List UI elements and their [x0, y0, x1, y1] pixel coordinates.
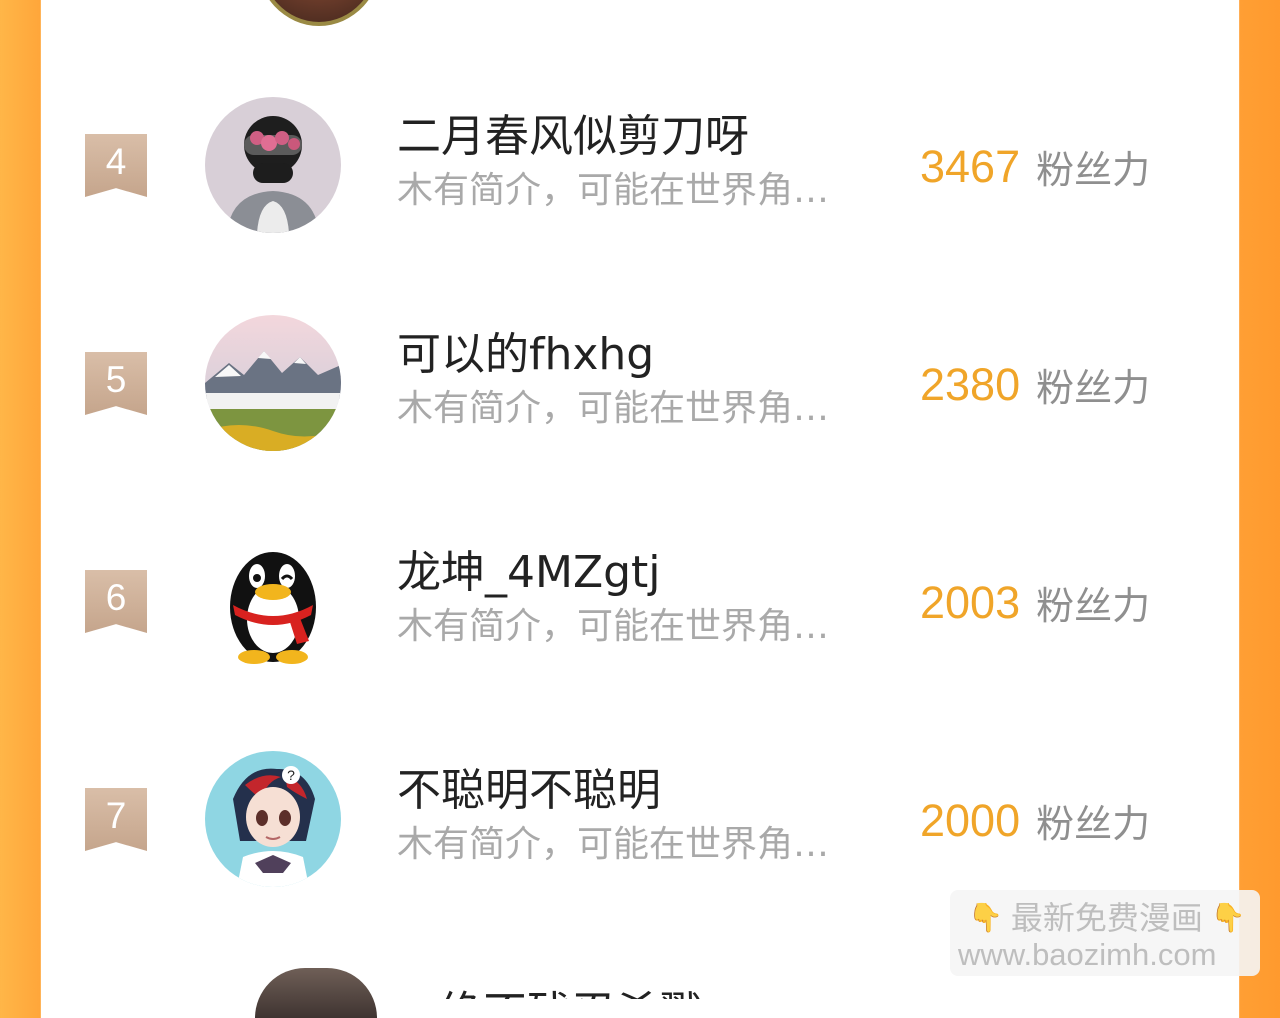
fans-count: 2003	[920, 576, 1021, 628]
avatar-image	[205, 97, 341, 233]
rank-badge: 6	[85, 570, 147, 633]
fans-count: 2380	[920, 358, 1021, 410]
rank-badge: 4	[85, 134, 147, 197]
fans-stat: 2380 粉丝力	[920, 357, 1150, 412]
avatar-masked-character[interactable]	[205, 97, 341, 233]
pointing-down-icon: 👇	[968, 901, 1003, 934]
avatar-image: ?	[205, 751, 341, 887]
rank-number: 6	[105, 576, 127, 618]
ranking-row-6[interactable]: 6 龙坤_4MZgtj 木有简介，可能在世界角… 2003 粉丝力	[41, 527, 1239, 677]
avatar-image	[205, 315, 341, 451]
fans-count: 2000	[920, 794, 1021, 846]
avatar-penguin[interactable]	[205, 533, 341, 669]
fans-label: 粉丝力	[1036, 584, 1151, 628]
ranking-row-4[interactable]: 4 二月春风似剪刀呀 木有简介，可能在世界角… 3467 粉丝力	[41, 91, 1239, 241]
svg-text:?: ?	[287, 767, 295, 783]
rank-badge: 7	[85, 788, 147, 851]
rank-number: 4	[105, 140, 127, 182]
pointing-down-icon: 👇	[1210, 901, 1246, 934]
fans-label: 粉丝力	[1036, 802, 1151, 846]
user-bio: 木有简介，可能在世界角…	[397, 388, 830, 429]
partial-user-name: 绝不残忍杀戮	[439, 986, 734, 999]
rank-badge: 5	[85, 352, 147, 415]
penguin-icon	[205, 533, 341, 669]
user-name: 可以的fhxhg	[397, 329, 655, 380]
user-bio: 木有简介，可能在世界角…	[397, 606, 830, 647]
fans-stat: 2003 粉丝力	[920, 575, 1150, 630]
user-bio: 木有简介，可能在世界角…	[397, 170, 830, 211]
fans-label: 粉丝力	[1036, 148, 1151, 192]
avatar-mountain-landscape[interactable]	[205, 315, 341, 451]
partial-avatar-bottom	[255, 968, 377, 1018]
partial-avatar-top	[256, 0, 382, 26]
watermark: 👇 最新免费漫画 👇 www.baozimh.com	[950, 890, 1260, 976]
rank-number: 5	[105, 358, 127, 400]
ranking-row-7[interactable]: 7 ? 不聪明不聪明 木有简介，可能在世界角… 2000 粉丝力	[41, 745, 1239, 895]
avatar-anime-girl[interactable]: ?	[205, 751, 341, 887]
fans-stat: 2000 粉丝力	[920, 793, 1150, 848]
watermark-text: 最新免费漫画	[1010, 899, 1203, 937]
fans-label: 粉丝力	[1036, 366, 1151, 410]
ranking-panel: 4 二月春风似剪刀呀 木有简介，可能在世界角… 3467 粉丝力 5 可以的fh…	[41, 0, 1239, 1018]
user-name: 不聪明不聪明	[397, 765, 661, 816]
user-name: 二月春风似剪刀呀	[397, 111, 749, 162]
user-name: 龙坤_4MZgtj	[397, 547, 661, 598]
fans-count: 3467	[920, 140, 1021, 192]
rank-number: 7	[105, 794, 127, 836]
fans-stat: 3467 粉丝力	[920, 139, 1150, 194]
watermark-url: www.baozimh.com	[958, 937, 1217, 972]
ranking-row-5[interactable]: 5 可以的fhxhg 木有简介，可能在世界角… 2380 粉丝力	[41, 309, 1239, 459]
watermark-line-1: 👇 最新免费漫画 👇	[968, 898, 1246, 938]
user-bio: 木有简介，可能在世界角…	[397, 824, 830, 865]
